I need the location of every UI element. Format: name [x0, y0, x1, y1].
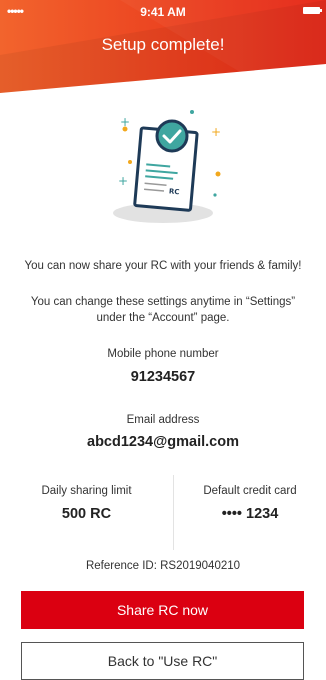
share-message: You can now share your RC with your frie…: [24, 260, 302, 272]
email-label: Email address: [126, 414, 200, 426]
mobile-value: 91234567: [130, 369, 196, 385]
default-card-label: Default credit card: [203, 485, 297, 497]
default-card-value: •••• 1234: [221, 506, 279, 522]
daily-limit-value: 500 RC: [61, 506, 112, 522]
daily-limit: Daily sharing limit 500 RC: [0, 485, 173, 522]
clipboard-check-illustration: + + + RC: [108, 100, 224, 230]
back-to-use-rc-button[interactable]: Back to "Use RC": [21, 642, 304, 680]
email-value: abcd1234@gmail.com: [87, 434, 239, 450]
rc-badge-text: RC: [169, 187, 180, 196]
page-title: Setup complete!: [101, 35, 225, 54]
status-time: 9:41 AM: [140, 5, 186, 19]
share-rc-button[interactable]: Share RC now: [21, 591, 304, 629]
settings-message: You can change these settings anytime in…: [30, 296, 296, 324]
daily-limit-label: Daily sharing limit: [41, 485, 132, 497]
default-card: Default credit card •••• 1234: [174, 485, 326, 522]
svg-text:+: +: [118, 174, 128, 188]
svg-text:+: +: [211, 125, 221, 139]
mobile-label: Mobile phone number: [107, 348, 219, 360]
limit-card-section: Daily sharing limit 500 RC Default credi…: [0, 475, 326, 555]
header: ••••• 9:41 AM Setup complete!: [0, 0, 326, 100]
reference-id: Reference ID: RS2019040210: [85, 560, 241, 572]
status-bar: ••••• 9:41 AM: [0, 0, 326, 22]
battery-icon: [303, 7, 322, 14]
